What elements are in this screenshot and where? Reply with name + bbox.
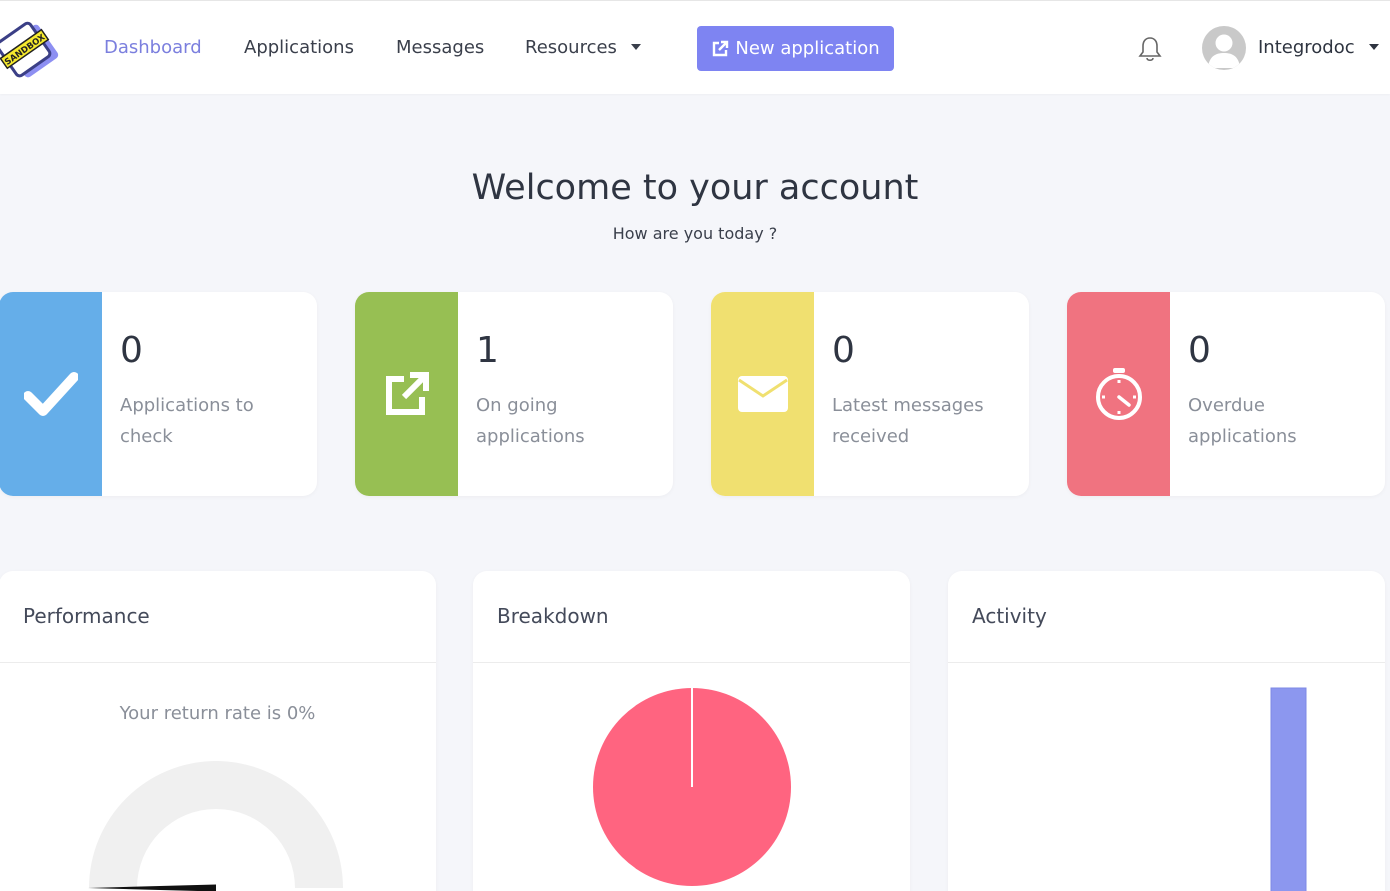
stat-label: Overdue applications	[1188, 395, 1297, 447]
user-avatar-icon	[1208, 34, 1240, 68]
caret-down-icon	[1368, 44, 1379, 50]
return-rate-text: Your return rate is 0%	[119, 703, 316, 724]
stat-value: 0	[1188, 330, 1211, 371]
user-menu-dropdown[interactable]: Integrodoc	[1258, 37, 1379, 58]
nav-applications-label: Applications	[244, 37, 354, 58]
caret-down-icon	[630, 44, 641, 50]
panel-title: Performance	[23, 604, 150, 628]
breakdown-pie-chart	[593, 688, 791, 886]
stat-label: Latest messages received	[832, 395, 984, 447]
stat-card-applications-to-check[interactable]: 0 Applications to check	[0, 292, 317, 496]
stat-card-ongoing-applications[interactable]: 1 On going applications	[355, 292, 673, 496]
panel-divider	[0, 662, 436, 663]
stat-value: 0	[832, 330, 855, 371]
nav-messages-label: Messages	[396, 37, 485, 58]
stat-icon-panel	[1067, 292, 1170, 496]
top-navbar: SANDBOX Dashboard Applications Messages …	[0, 0, 1390, 94]
user-avatar[interactable]	[1202, 26, 1246, 70]
envelope-icon	[737, 376, 788, 412]
check-icon	[23, 372, 78, 416]
external-link-icon	[713, 40, 729, 56]
stat-label: Applications to check	[120, 395, 254, 447]
nav-messages[interactable]: Messages	[396, 37, 484, 58]
nav-dashboard[interactable]: Dashboard	[104, 37, 202, 58]
stat-value: 1	[476, 330, 499, 371]
panel-divider	[473, 662, 910, 663]
bell-icon[interactable]	[1137, 35, 1163, 63]
activity-bar	[1270, 687, 1307, 891]
new-application-label: New application	[735, 38, 880, 59]
panel-title: Activity	[972, 604, 1047, 628]
stat-icon-panel	[355, 292, 458, 496]
performance-gauge-chart	[88, 761, 343, 891]
performance-panel: Performance Your return rate is 0%	[0, 571, 436, 891]
sandbox-logo[interactable]: SANDBOX	[0, 15, 62, 81]
user-name-label: Integrodoc	[1258, 37, 1355, 58]
page-title: Welcome to your account	[471, 168, 919, 208]
stat-value: 0	[120, 330, 143, 371]
stat-icon-panel	[0, 292, 102, 496]
stopwatch-icon	[1095, 368, 1142, 420]
nav-resources-dropdown[interactable]: Resources	[525, 37, 641, 58]
external-link-icon	[385, 372, 429, 415]
nav-applications[interactable]: Applications	[244, 37, 354, 58]
stat-label: On going applications	[476, 395, 585, 447]
gauge-track	[89, 761, 343, 888]
nav-resources-label: Resources	[525, 37, 617, 58]
stat-icon-panel	[711, 292, 814, 496]
activity-bar-chart	[1270, 687, 1307, 891]
panel-divider	[948, 662, 1385, 663]
nav-dashboard-label: Dashboard	[104, 37, 202, 58]
activity-panel: Activity	[948, 571, 1385, 891]
panel-title: Breakdown	[497, 604, 609, 628]
page-subtitle: How are you today ?	[612, 224, 778, 243]
stat-card-latest-messages[interactable]: 0 Latest messages received	[711, 292, 1029, 496]
breakdown-panel: Breakdown	[473, 571, 910, 891]
stat-card-overdue-applications[interactable]: 0 Overdue applications	[1067, 292, 1385, 496]
new-application-button[interactable]: New application	[697, 26, 894, 71]
